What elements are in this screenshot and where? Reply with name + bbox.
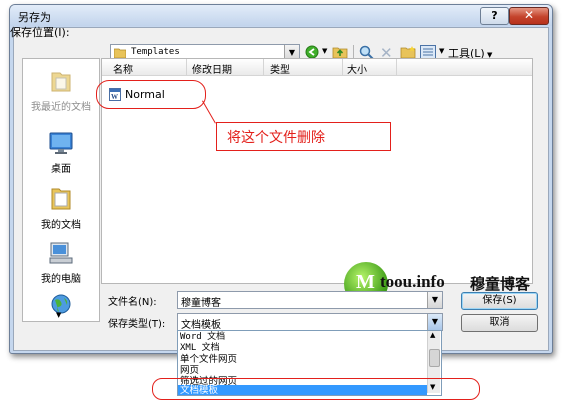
place-label: 桌面 (51, 164, 71, 175)
watermark-site: toou.info (380, 272, 445, 291)
title-bar[interactable]: 另存为 ? ✕ (10, 5, 552, 26)
my-computer-icon (23, 241, 99, 268)
save-button-label: 保存(S) (482, 295, 517, 306)
filetype-value: 文档模板 (181, 320, 221, 331)
my-documents-icon (23, 185, 99, 214)
place-my-computer[interactable]: 我的电脑 (23, 241, 99, 285)
column-size[interactable]: 大小 (347, 61, 367, 76)
place-label: 我的文档 (41, 220, 81, 231)
column-header-row: 名称 修改日期 类型 大小 (102, 59, 532, 76)
save-button[interactable]: 保存(S) (461, 292, 538, 310)
place-my-documents[interactable]: 我的文档 (23, 185, 99, 231)
dropdown-small-icon[interactable]: ▼ (322, 47, 327, 55)
annotation-highlight-option (152, 378, 480, 400)
column-divider (396, 59, 397, 75)
recent-docs-icon (23, 69, 99, 96)
column-divider (186, 59, 187, 75)
list-item[interactable]: 网页 (180, 365, 199, 376)
desktop-icon (23, 131, 99, 158)
place-label: 我最近的文档 (31, 102, 91, 113)
column-divider (342, 59, 343, 75)
annotation-text: 将这个文件删除 (227, 130, 325, 146)
chevron-down-icon[interactable]: ▼ (427, 292, 442, 308)
annotation-highlight-file (96, 80, 206, 109)
annotation-callout: 将这个文件删除 (216, 122, 391, 151)
dialog-title: 另存为 (18, 11, 51, 24)
filetype-select[interactable]: 文档模板 ▼ (177, 313, 443, 331)
places-scroll-down-icon[interactable]: ▼ (56, 311, 61, 319)
help-icon: ? (491, 9, 498, 22)
save-location-label: 保存位置(I): (10, 26, 70, 39)
column-name[interactable]: 名称 (113, 61, 133, 76)
folder-icon (113, 47, 127, 59)
column-modified[interactable]: 修改日期 (192, 61, 232, 76)
close-icon: ✕ (523, 8, 535, 22)
place-recent-docs[interactable]: 我最近的文档 (23, 69, 99, 113)
filename-value: 穆童博客 (181, 298, 221, 309)
list-item[interactable]: Word 文档 (180, 332, 225, 343)
views-dropdown-icon[interactable]: ▼ (439, 47, 444, 55)
places-bar: 我最近的文档 桌面 我的文档 我的电脑 ▼ (22, 58, 100, 322)
help-button[interactable]: ? (480, 7, 509, 25)
cancel-button-label: 取消 (489, 317, 510, 328)
place-desktop[interactable]: 桌面 (23, 131, 99, 175)
list-item[interactable]: XML 文档 (180, 343, 220, 354)
place-label: 我的电脑 (41, 274, 81, 285)
filename-input[interactable]: 穆童博客 ▼ (177, 291, 443, 309)
list-item[interactable]: 单个文件网页 (180, 354, 237, 365)
save-location-value: Templates (131, 47, 180, 57)
scroll-up-icon[interactable]: ▲ (430, 331, 435, 339)
column-type[interactable]: 类型 (270, 61, 290, 76)
cancel-button[interactable]: 取消 (461, 314, 538, 332)
chevron-down-icon[interactable]: ▼ (427, 314, 442, 330)
filename-label: 文件名(N): (108, 297, 157, 308)
filetype-label: 保存类型(T): (108, 319, 166, 330)
scroll-thumb[interactable] (429, 349, 440, 367)
watermark-blog: 穆童博客 (470, 275, 531, 293)
column-divider (263, 59, 264, 75)
close-button[interactable]: ✕ (509, 7, 549, 25)
